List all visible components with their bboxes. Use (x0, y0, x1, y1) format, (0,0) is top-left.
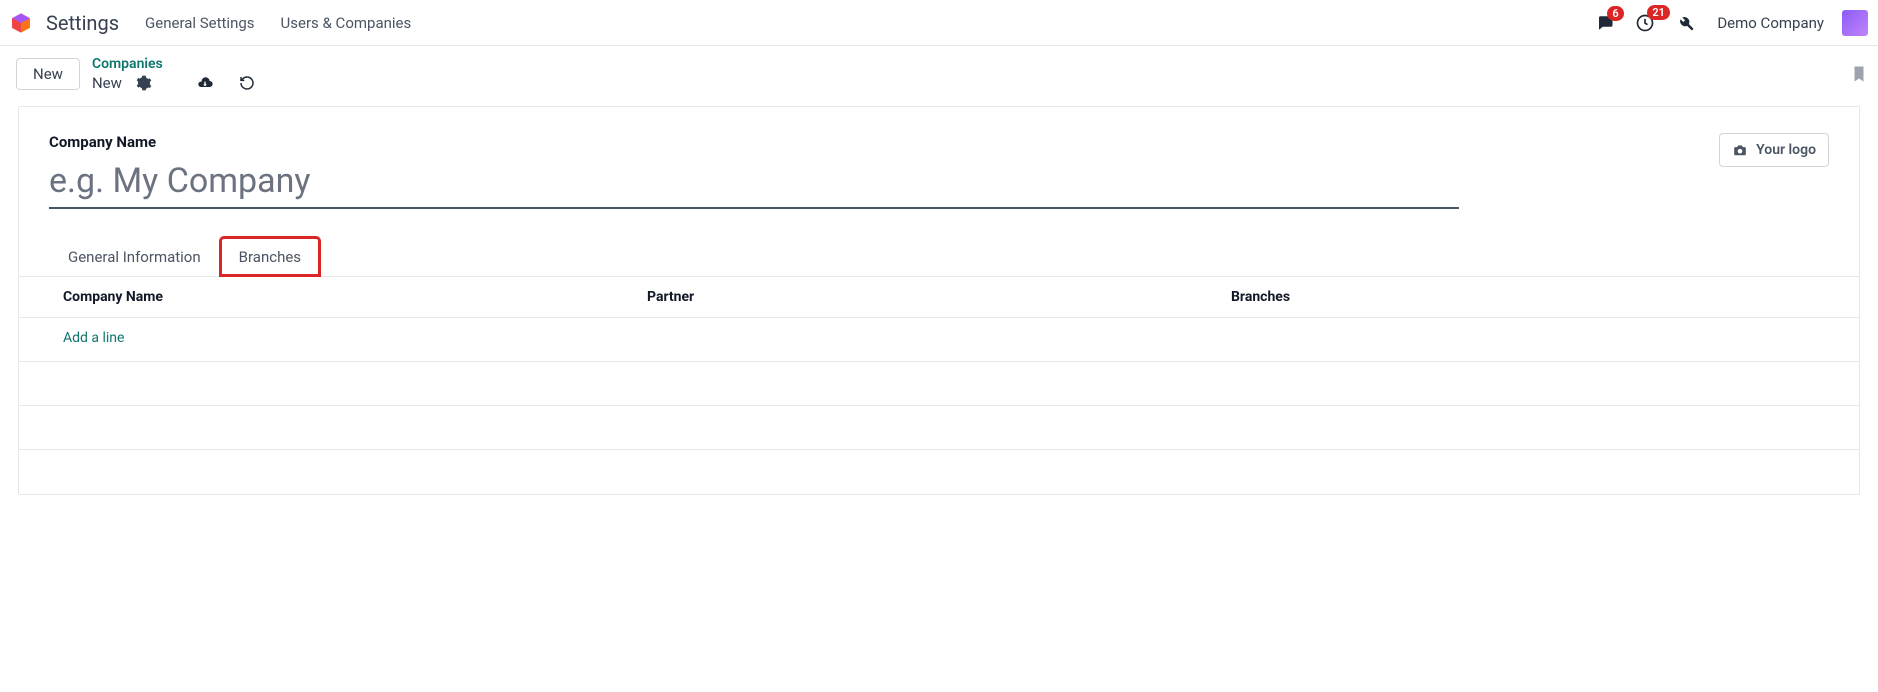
breadcrumb-companies[interactable]: Companies (92, 56, 256, 72)
avatar[interactable] (1842, 10, 1868, 36)
tab-branches[interactable]: Branches (220, 237, 320, 276)
tools-icon[interactable] (1675, 13, 1695, 33)
branches-table: Company Name Partner Branches Add a line (19, 276, 1859, 494)
col-company-name: Company Name (63, 289, 647, 305)
tab-general-information[interactable]: General Information (49, 237, 220, 276)
add-a-line[interactable]: Add a line (63, 330, 647, 349)
company-switcher[interactable]: Demo Company (1717, 14, 1824, 32)
form-sheet: Company Name Your logo General Informati… (18, 106, 1860, 495)
your-logo-button[interactable]: Your logo (1719, 133, 1829, 167)
activities-icon[interactable]: 21 (1635, 13, 1655, 33)
bookmark-icon[interactable] (1850, 63, 1868, 85)
new-button[interactable]: New (16, 58, 80, 90)
app-title[interactable]: Settings (46, 11, 119, 35)
tabs: General Information Branches (49, 237, 1829, 276)
discuss-badge: 6 (1607, 6, 1623, 21)
action-bar: New Companies New (0, 46, 1878, 106)
nav-general-settings[interactable]: General Settings (145, 14, 255, 32)
breadcrumb: Companies New (92, 56, 256, 92)
camera-icon (1732, 143, 1748, 157)
table-row (19, 406, 1859, 450)
col-partner: Partner (647, 289, 1231, 305)
topbar: Settings General Settings Users & Compan… (0, 0, 1878, 46)
discuss-icon[interactable]: 6 (1595, 14, 1615, 32)
breadcrumb-record: New (92, 74, 122, 92)
company-name-label: Company Name (49, 133, 1459, 151)
table-row: Add a line (19, 318, 1859, 362)
activities-badge: 21 (1647, 5, 1670, 20)
gear-icon[interactable] (136, 75, 152, 91)
app-logo[interactable] (10, 12, 32, 34)
table-row (19, 362, 1859, 406)
col-branches: Branches (1231, 289, 1815, 305)
discard-icon[interactable] (238, 75, 256, 91)
your-logo-label: Your logo (1756, 142, 1816, 158)
table-header-row: Company Name Partner Branches (19, 277, 1859, 318)
company-name-input[interactable] (49, 157, 1459, 209)
table-row (19, 450, 1859, 494)
nav-users-companies[interactable]: Users & Companies (281, 14, 412, 32)
cloud-save-icon[interactable] (196, 75, 214, 91)
